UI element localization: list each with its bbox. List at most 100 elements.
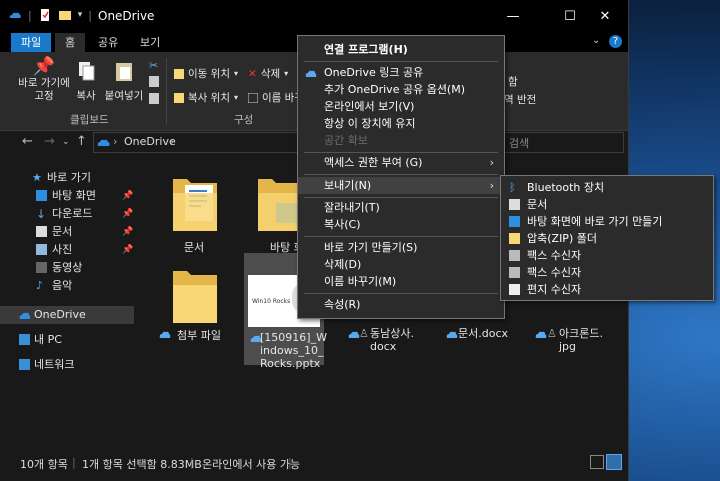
folder-attachments[interactable]: 첨부 파일 [157,259,231,349]
computer-icon [19,334,30,345]
nav-item-this-pc[interactable]: 내 PC [0,331,134,349]
menu-create-shortcut[interactable]: 바로 가기 만들기(S) [298,239,504,256]
file-docx-document[interactable]: 문서.docx [443,317,513,357]
pin-icon: 📌 [122,245,134,255]
svg-text:✂: ✂ [149,59,158,72]
folder-desktop[interactable]: 바탕 화 [246,167,304,257]
send-to-mail[interactable]: 편지 수신자 [501,281,713,298]
send-to-fax-1[interactable]: 팩스 수신자 [501,247,713,264]
menu-give-access[interactable]: 액세스 권한 부여 (G) › [298,154,504,171]
nav-item-pictures[interactable]: 사진 📌 [0,241,134,259]
file-label: [150916]_W indows_10_ Rocks.pptx [260,331,327,370]
quick-access-dropdown-icon[interactable]: ▾ [78,10,83,20]
nav-item-downloads[interactable]: ↓ 다운로드 📌 [0,205,134,223]
move-to-label: 이동 위치 [188,68,230,80]
menu-rename[interactable]: 이름 바꾸기(M) [298,273,504,290]
up-button[interactable]: ↑ [76,134,87,149]
menu-always-keep[interactable]: 항상 이 장치에 유지 [298,115,504,132]
nav-item-quick-access[interactable]: ★ 바로 가기 [0,169,134,187]
menu-separator [304,197,498,198]
cut-icon[interactable]: ✂ [148,58,160,106]
bluetooth-icon: ᛒ [509,181,516,194]
menu-send-to[interactable]: 보내기(N) › [298,177,504,194]
pin-icon: 📌 [122,191,134,201]
nav-item-documents[interactable]: 문서 📌 [0,223,134,241]
menu-properties[interactable]: 속성(R) [298,296,504,313]
paste-label: 붙여넣기 [104,90,144,102]
copy-label: 복사 [76,90,96,102]
file-jpg[interactable]: ♙ 아크론드. jpg [535,317,615,357]
folder-icon [173,271,217,323]
file-docx-dongnam[interactable]: ♙ 동남상사. docx [338,317,414,357]
send-to-documents[interactable]: 문서 [501,196,713,213]
desktop-icon [36,190,47,201]
separator: | [88,8,92,22]
submenu-arrow-icon: › [489,156,494,169]
tab-file[interactable]: 파일 [11,33,52,52]
tab-view[interactable]: 보기 [130,33,170,52]
move-to-button[interactable]: 이동 위치 ▾ [174,66,238,81]
forward-button[interactable]: → [44,134,55,149]
folder-documents[interactable]: 문서 [157,167,231,257]
send-to-zip-folder[interactable]: 압축(ZIP) 폴더 [501,230,713,247]
separator: | [190,456,194,469]
properties-icon[interactable] [38,8,52,22]
nav-item-onedrive[interactable]: OneDrive [0,306,134,324]
nav-item-network[interactable]: 네트워크 [0,356,134,374]
picture-icon [36,244,47,255]
menu-free-up-space[interactable]: 공간 확보 [298,132,504,149]
onedrive-icon [305,70,317,77]
file-label: 첨부 파일 [177,329,221,342]
help-icon[interactable]: ? [609,35,622,48]
menu-delete[interactable]: 삭제(D) [298,256,504,273]
star-icon: ★ [32,171,42,184]
menu-copy[interactable]: 복사(C) [298,216,504,233]
tab-home[interactable]: 홈 [55,33,86,52]
new-folder-icon[interactable] [58,8,72,22]
window-title: OneDrive [98,9,155,23]
nav-item-videos[interactable]: 동영상 [0,259,134,277]
zip-folder-icon [509,233,520,244]
select-none-button[interactable]: 함 [508,74,518,89]
rename-icon [248,92,258,103]
delete-button[interactable]: ✕ 삭제 ▾ [248,66,288,81]
pin-icon: 📌 [122,227,134,237]
copy-to-button[interactable]: 복사 위치 ▾ [174,90,238,105]
onedrive-icon [97,139,110,146]
shared-icon: ♙ [359,327,369,340]
menu-view-online[interactable]: 온라인에서 보기(V) [298,98,504,115]
recent-locations-icon[interactable]: ⌄ [62,137,70,147]
menu-cut[interactable]: 잘라내기(T) [298,199,504,216]
close-button[interactable]: ✕ [582,0,628,32]
separator: | [72,456,76,469]
nav-item-desktop[interactable]: 바탕 화면 📌 [0,187,134,205]
title-bar: | ▾ | OneDrive — ☐ ✕ [0,0,628,32]
pin-quick-access-button[interactable]: 📌 바로 가기에 고정 [16,58,72,103]
separator: | [288,456,292,469]
send-to-fax-2[interactable]: 팩스 수신자 [501,264,713,281]
menu-open-with[interactable]: 연결 프로그램(H) [298,41,504,58]
search-input[interactable]: 검색 [504,132,624,153]
send-to-desktop-shortcut[interactable]: 바탕 화면에 바로 가기 만들기 [501,213,713,230]
search-placeholder: 검색 [509,137,530,150]
send-to-bluetooth[interactable]: ᛒ Bluetooth 장치 [501,179,713,196]
paste-button[interactable]: 붙여넣기 [104,60,144,103]
fax-icon [509,250,520,261]
nav-item-music[interactable]: ♪ 음악 [0,277,134,295]
address-field[interactable]: › OneDrive › [93,132,302,153]
copy-button[interactable]: 복사 [74,60,98,103]
folder-icon [173,179,217,231]
menu-more-share-options[interactable]: 추가 OneDrive 공유 옵션(M) [298,81,504,98]
download-icon: ↓ [36,207,47,221]
ribbon-expand-icon[interactable]: ⌄ [592,35,600,46]
minimize-button[interactable]: — [490,0,536,32]
thumbnail-text: Win10 Rocks [252,298,291,305]
tab-share[interactable]: 공유 [88,33,128,52]
details-view-icon[interactable] [590,455,604,469]
invert-selection-button[interactable]: 역 반전 [504,92,536,107]
menu-separator [304,61,498,62]
availability-status: 온라인에서 사용 가능 [202,458,301,471]
back-button[interactable]: ← [22,134,33,149]
large-icons-view-icon[interactable] [606,454,622,470]
menu-onedrive-share-link[interactable]: OneDrive 링크 공유 [298,64,504,81]
